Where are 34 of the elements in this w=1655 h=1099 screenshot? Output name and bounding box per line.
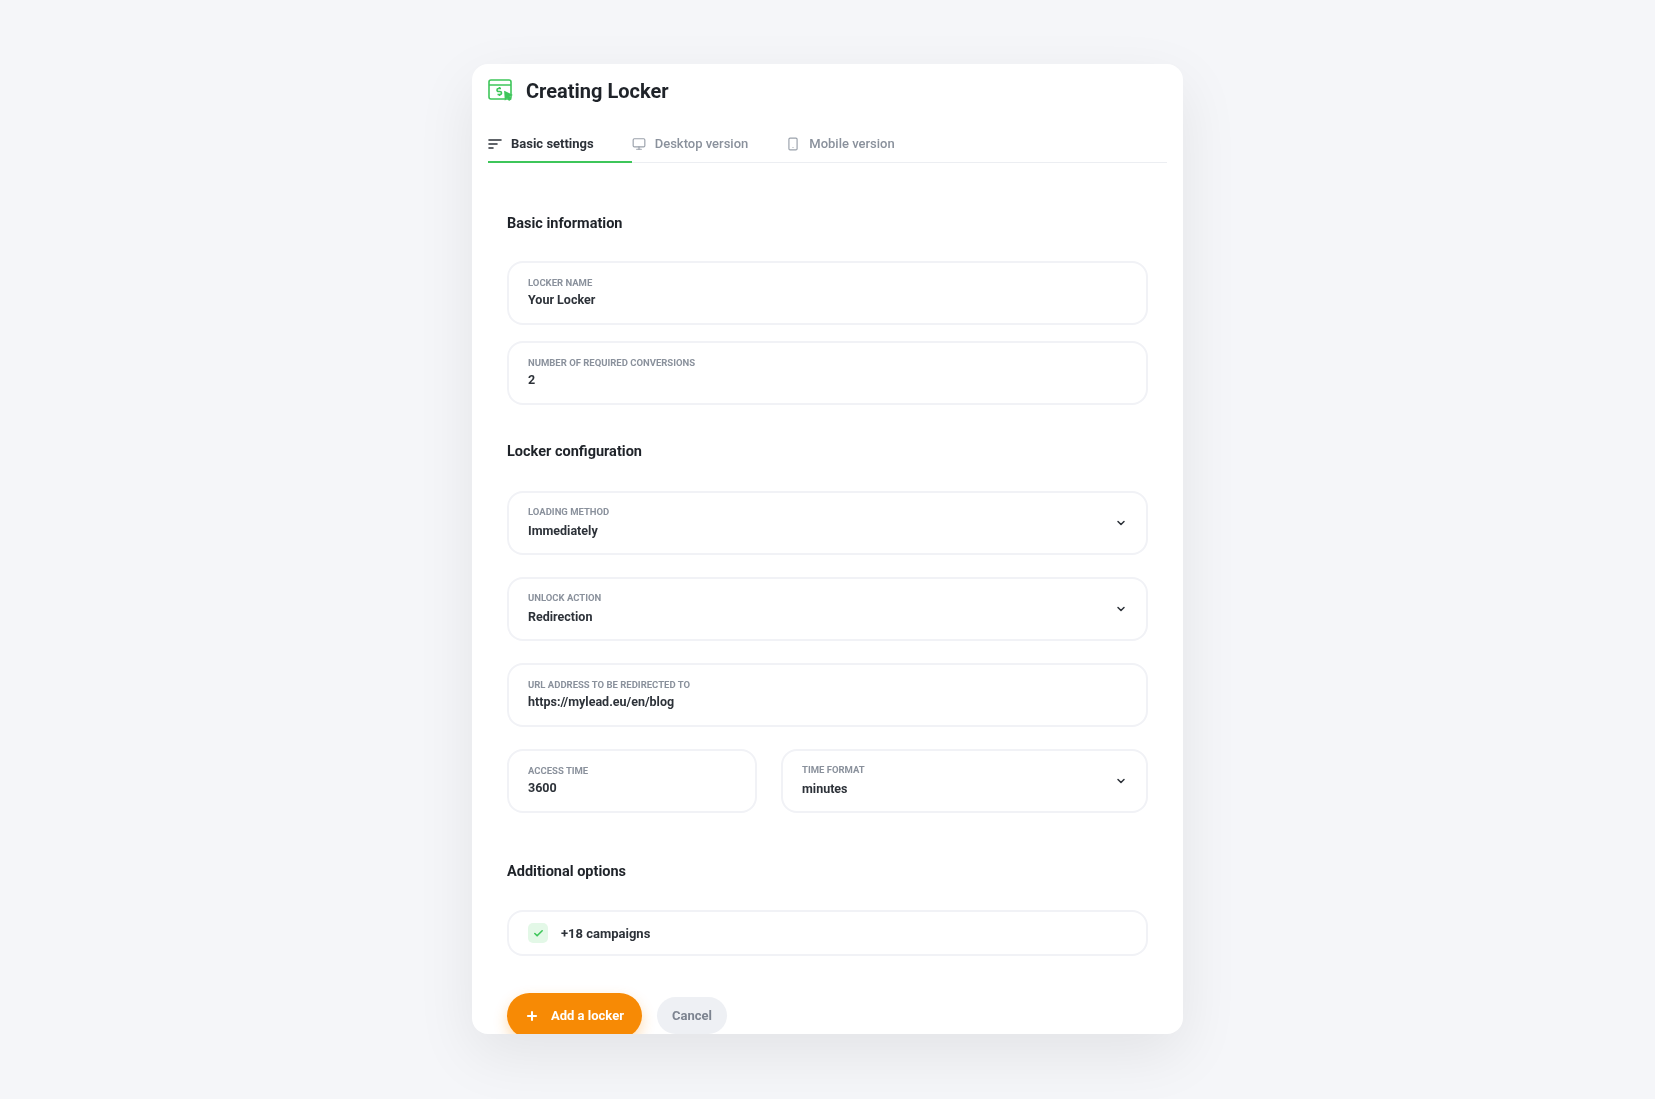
- input-field[interactable]: NUMBER OF REQUIRED CONVERSIONS 2: [507, 340, 1148, 405]
- field-value: Your Locker: [528, 290, 597, 309]
- field-value: 3600: [528, 778, 558, 797]
- window-title: Creating Locker: [526, 78, 669, 105]
- checkbox[interactable]: [528, 923, 548, 944]
- section-heading: Basic information: [507, 214, 624, 234]
- field-label: UNLOCK ACTION: [528, 590, 603, 605]
- field-value: Immediately: [528, 521, 599, 540]
- browser-dollar-icon: [488, 79, 514, 103]
- select-field[interactable]: TIME FORMAT minutes: [781, 748, 1148, 813]
- input-field[interactable]: URL ADDRESS TO BE REDIRECTED TO https://mylead.eu/en/blog: [507, 662, 1148, 727]
- monitor-icon: [631, 136, 646, 151]
- filter-lines-icon: [488, 137, 502, 150]
- field-label: ACCESS TIME: [528, 763, 590, 778]
- tab[interactable]: Basic settings: [488, 126, 632, 163]
- section-heading: Locker configuration: [507, 441, 643, 462]
- check-icon: [532, 927, 544, 939]
- select-field[interactable]: UNLOCK ACTION Redirection: [507, 576, 1148, 641]
- field-label: URL ADDRESS TO BE REDIRECTED TO: [528, 677, 691, 692]
- field-label: TIME FORMAT: [802, 762, 866, 777]
- field-label: LOCKER NAME: [528, 275, 594, 290]
- input-field[interactable]: ACCESS TIME 3600: [507, 748, 757, 813]
- field-value: https://mylead.eu/en/blog: [528, 692, 676, 711]
- field-label: NUMBER OF REQUIRED CONVERSIONS: [528, 355, 697, 370]
- input-field[interactable]: LOCKER NAME Your Locker: [507, 260, 1148, 325]
- option-label: +18 campaigns: [561, 924, 651, 943]
- field-value: 2: [528, 370, 537, 389]
- field-value: Redirection: [528, 607, 594, 626]
- section-heading: Additional options: [507, 861, 627, 882]
- field-value: minutes: [802, 779, 849, 798]
- smartphone-icon: [786, 136, 801, 151]
- field-label: LOADING METHOD: [528, 504, 611, 519]
- select-field[interactable]: LOADING METHOD Immediately: [507, 490, 1148, 555]
- plus-icon: [525, 1008, 539, 1023]
